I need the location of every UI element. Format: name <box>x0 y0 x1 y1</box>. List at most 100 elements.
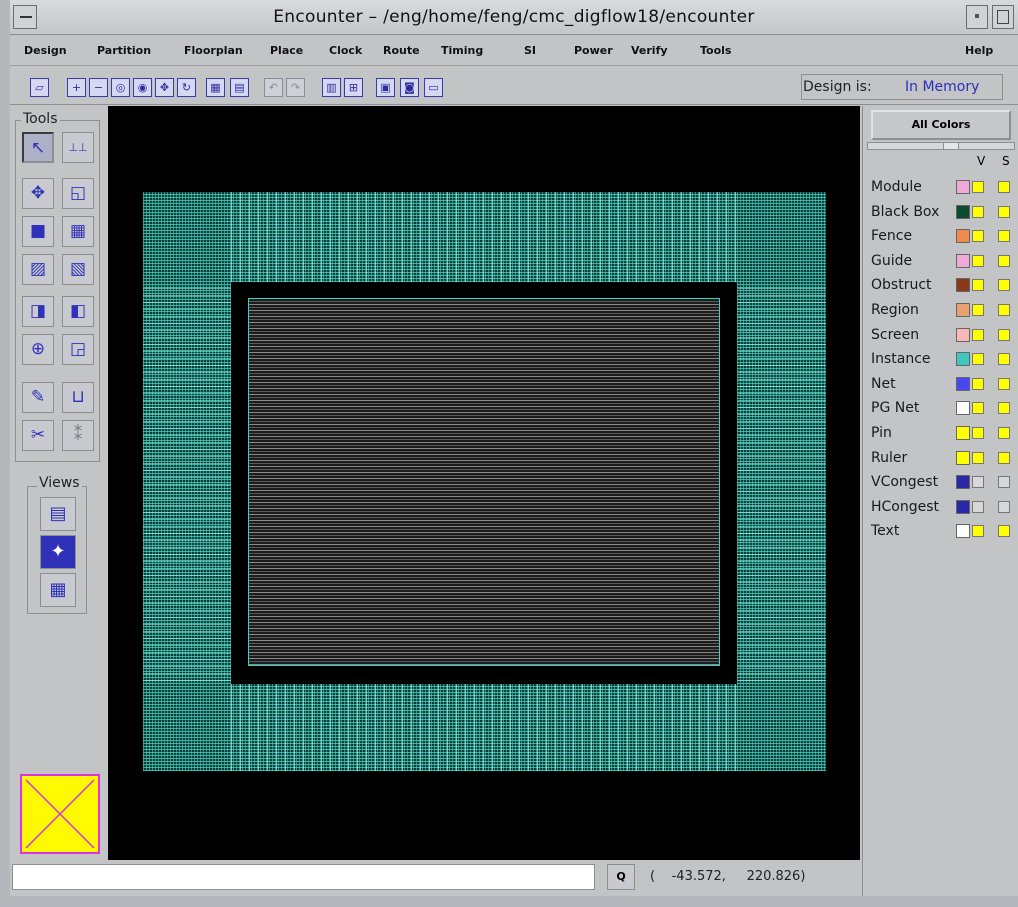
menu-timing[interactable]: Timing <box>441 44 483 57</box>
selectable-checkbox[interactable] <box>998 500 1010 513</box>
move-icon[interactable]: ✥ <box>22 178 54 209</box>
resize-icon[interactable]: ◱ <box>62 178 94 209</box>
legend-color-swatch[interactable] <box>956 450 970 465</box>
screenshot-icon[interactable]: ◙ <box>400 78 419 97</box>
legend-color-swatch[interactable] <box>956 253 970 268</box>
net-icon[interactable]: ⊞ <box>344 78 363 97</box>
open-icon[interactable]: ▱ <box>30 78 49 97</box>
legend-color-swatch[interactable] <box>956 376 970 391</box>
ruler-measure-icon[interactable]: ⊔ <box>62 382 94 413</box>
select-icon[interactable]: ↖ <box>22 132 54 163</box>
scissors-icon[interactable]: ✂ <box>22 420 54 451</box>
legend-color-swatch[interactable] <box>956 229 970 244</box>
physical-view-icon[interactable]: ▦ <box>40 573 76 607</box>
legend-color-swatch[interactable] <box>956 401 970 416</box>
selectable-checkbox[interactable] <box>998 377 1010 390</box>
menu-si[interactable]: SI <box>524 44 536 57</box>
menu-clock[interactable]: Clock <box>329 44 362 57</box>
visible-checkbox[interactable] <box>972 451 984 464</box>
floorplan-view-icon[interactable]: ▤ <box>40 497 76 531</box>
selectable-checkbox[interactable] <box>998 230 1010 243</box>
selectable-checkbox[interactable] <box>998 451 1010 464</box>
selectable-checkbox[interactable] <box>998 254 1010 267</box>
undo-icon[interactable]: ↶ <box>264 78 283 97</box>
legend-color-swatch[interactable] <box>956 426 970 440</box>
hierarchy-icon[interactable]: ▥ <box>322 78 341 97</box>
terminal-icon[interactable]: ▭ <box>424 78 443 97</box>
visible-checkbox[interactable] <box>972 500 984 513</box>
guide-icon[interactable]: ◧ <box>62 296 94 327</box>
legend-color-swatch[interactable] <box>956 475 970 490</box>
visible-checkbox[interactable] <box>972 254 984 267</box>
zoom-out-icon[interactable]: − <box>89 78 108 97</box>
wire-edit-icon[interactable]: ✎ <box>22 382 54 413</box>
visible-checkbox[interactable] <box>972 279 984 292</box>
all-colors-button[interactable]: All Colors <box>871 110 1011 140</box>
selectable-checkbox[interactable] <box>998 181 1010 193</box>
bus-icon[interactable]: ⁑ <box>62 420 94 451</box>
maximize-button[interactable] <box>992 5 1014 29</box>
selectable-checkbox[interactable] <box>998 525 1010 538</box>
legend-color-swatch[interactable] <box>956 524 970 539</box>
menu-partition[interactable]: Partition <box>97 44 151 57</box>
color-slider-thumb[interactable] <box>943 142 959 150</box>
visible-checkbox[interactable] <box>972 525 984 538</box>
layout-view-icon[interactable]: ▤ <box>230 78 249 97</box>
menu-help[interactable]: Help <box>965 44 993 57</box>
legend-color-swatch[interactable] <box>956 352 970 367</box>
selectable-checkbox[interactable] <box>998 328 1010 341</box>
selectable-checkbox[interactable] <box>998 402 1010 415</box>
block-icon[interactable]: ■ <box>22 216 54 247</box>
menu-design[interactable]: Design <box>24 44 67 57</box>
menu-place[interactable]: Place <box>270 44 303 57</box>
selectable-checkbox[interactable] <box>998 279 1010 292</box>
fence-icon[interactable]: ◨ <box>22 296 54 327</box>
ruler-icon[interactable]: ⊥⊥ <box>62 132 94 163</box>
redraw-icon[interactable]: ↻ <box>177 78 196 97</box>
grid-icon[interactable]: ▦ <box>62 216 94 247</box>
legend-color-swatch[interactable] <box>956 180 970 194</box>
layout-canvas[interactable] <box>108 106 860 860</box>
visible-checkbox[interactable] <box>972 476 984 489</box>
visible-checkbox[interactable] <box>972 427 984 439</box>
legend-color-swatch[interactable] <box>956 499 970 514</box>
visible-checkbox[interactable] <box>972 377 984 390</box>
selectable-checkbox[interactable] <box>998 353 1010 366</box>
selectable-checkbox[interactable] <box>998 476 1010 489</box>
visible-checkbox[interactable] <box>972 230 984 243</box>
overview-thumbnail[interactable] <box>20 774 100 854</box>
selectable-checkbox[interactable] <box>998 304 1010 316</box>
visible-checkbox[interactable] <box>972 328 984 341</box>
pan-icon[interactable]: ✥ <box>155 78 174 97</box>
legend-color-swatch[interactable] <box>956 204 970 219</box>
legend-color-swatch[interactable] <box>956 303 970 317</box>
query-button[interactable]: Q <box>607 864 635 890</box>
save-icon[interactable]: ▣ <box>376 78 395 97</box>
visible-checkbox[interactable] <box>972 304 984 316</box>
menu-route[interactable]: Route <box>383 44 420 57</box>
legend-color-swatch[interactable] <box>956 327 970 342</box>
selectable-checkbox[interactable] <box>998 205 1010 218</box>
menu-floorplan[interactable]: Floorplan <box>184 44 243 57</box>
snap-icon[interactable]: ◲ <box>62 334 94 365</box>
region-icon[interactable]: ▧ <box>62 254 94 285</box>
menu-power[interactable]: Power <box>574 44 613 57</box>
zoom-fit-icon[interactable]: ◎ <box>111 78 130 97</box>
visible-checkbox[interactable] <box>972 402 984 415</box>
command-input[interactable] <box>12 864 595 890</box>
zoom-in-icon[interactable]: + <box>67 78 86 97</box>
redo-icon[interactable]: ↷ <box>286 78 305 97</box>
partition-icon[interactable]: ▨ <box>22 254 54 285</box>
menu-verify[interactable]: Verify <box>631 44 668 57</box>
cut-row-icon[interactable]: ⊕ <box>22 334 54 365</box>
legend-color-swatch[interactable] <box>956 278 970 293</box>
floorplan-view-icon[interactable]: ▦ <box>206 78 225 97</box>
visible-checkbox[interactable] <box>972 205 984 218</box>
menu-tools[interactable]: Tools <box>700 44 731 57</box>
visible-checkbox[interactable] <box>972 353 984 366</box>
visible-checkbox[interactable] <box>972 181 984 193</box>
zoom-selected-icon[interactable]: ◉ <box>133 78 152 97</box>
selectable-checkbox[interactable] <box>998 427 1010 439</box>
color-slider-track[interactable] <box>867 142 1015 150</box>
minimize-button[interactable] <box>966 5 988 29</box>
